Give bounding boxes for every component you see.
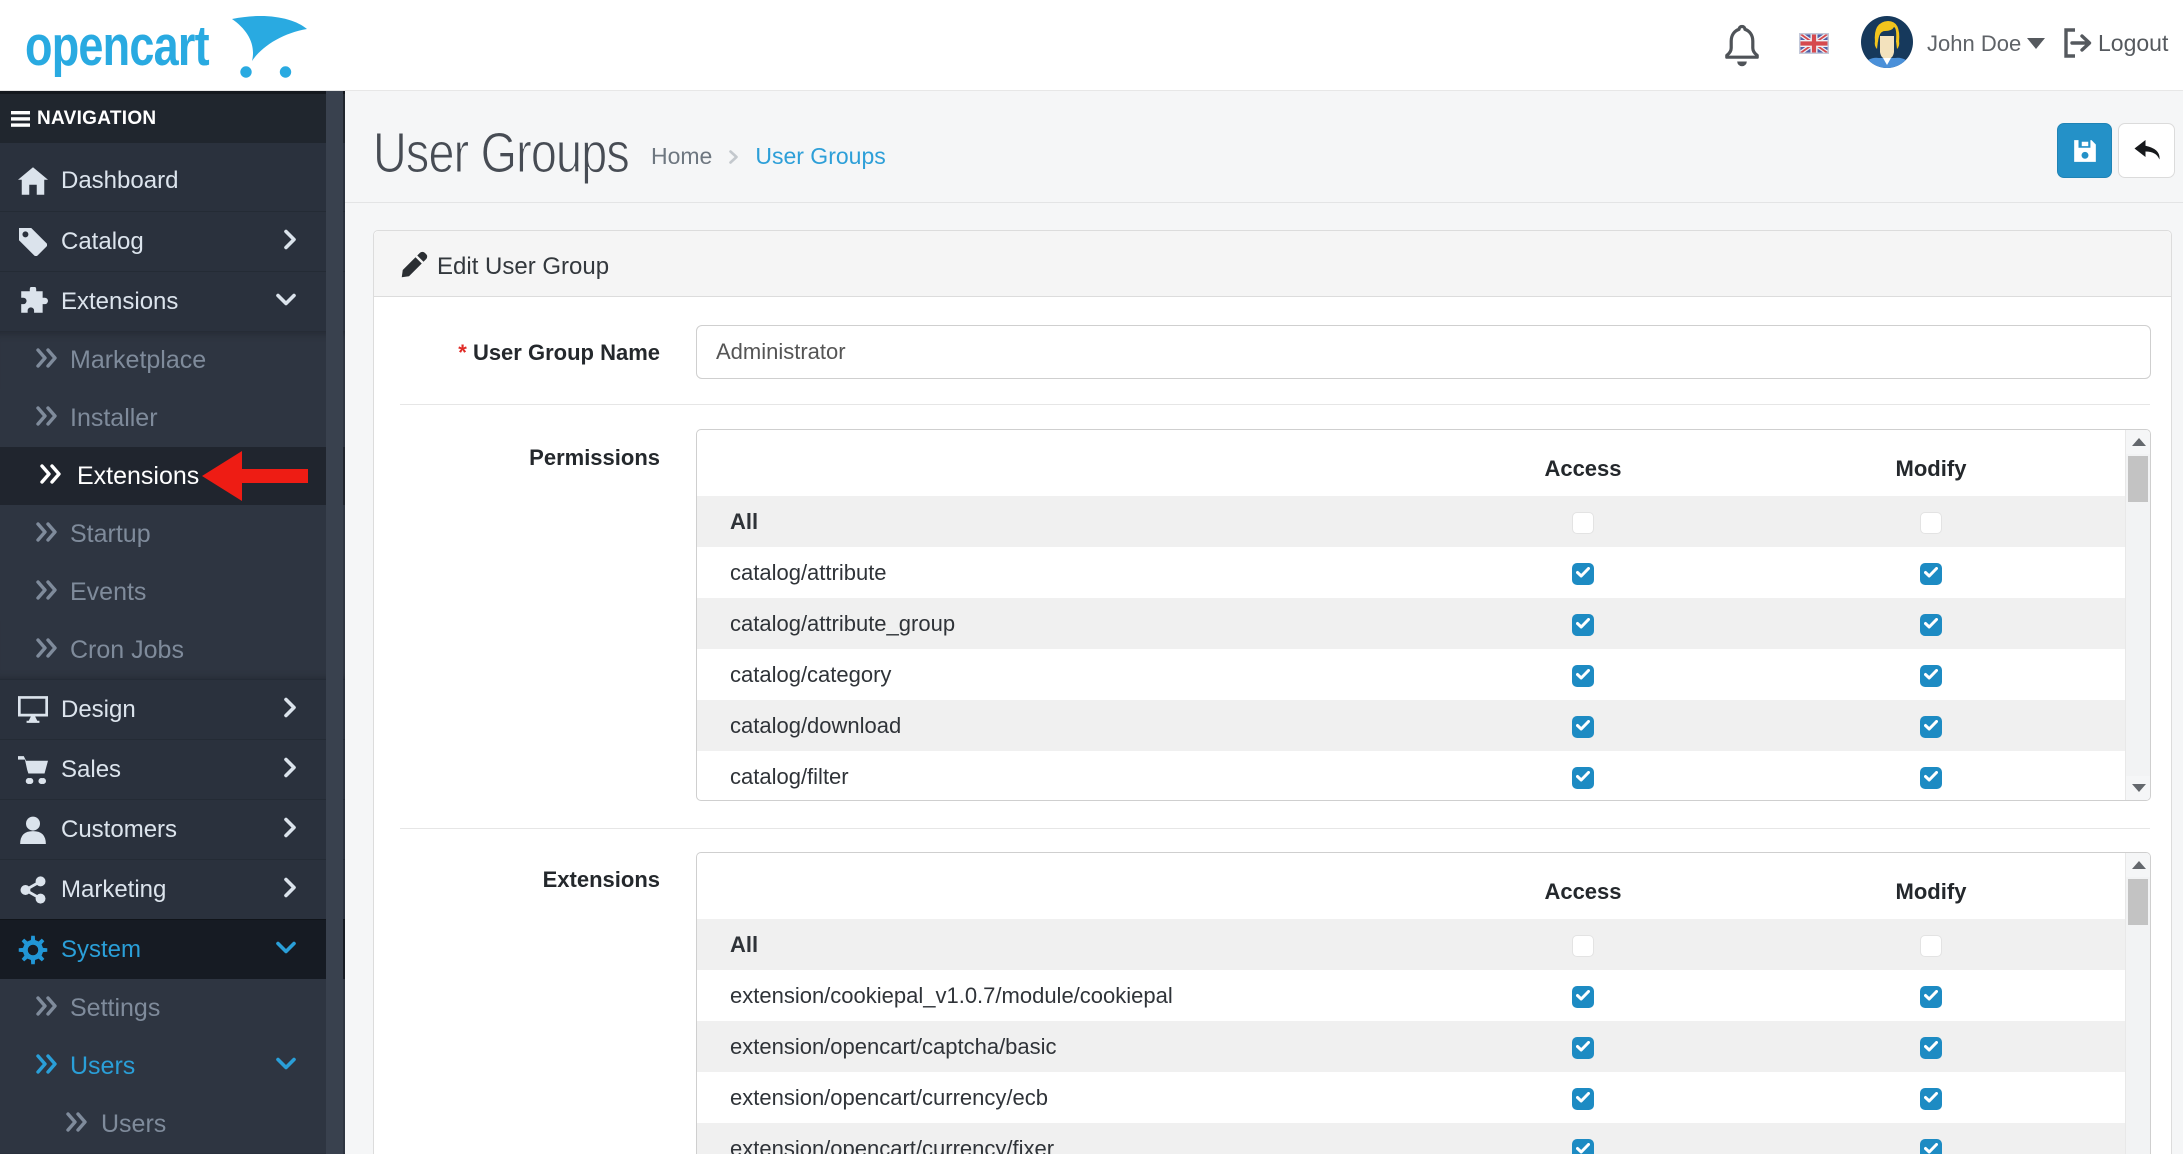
svg-text:opencart: opencart [25,14,210,77]
